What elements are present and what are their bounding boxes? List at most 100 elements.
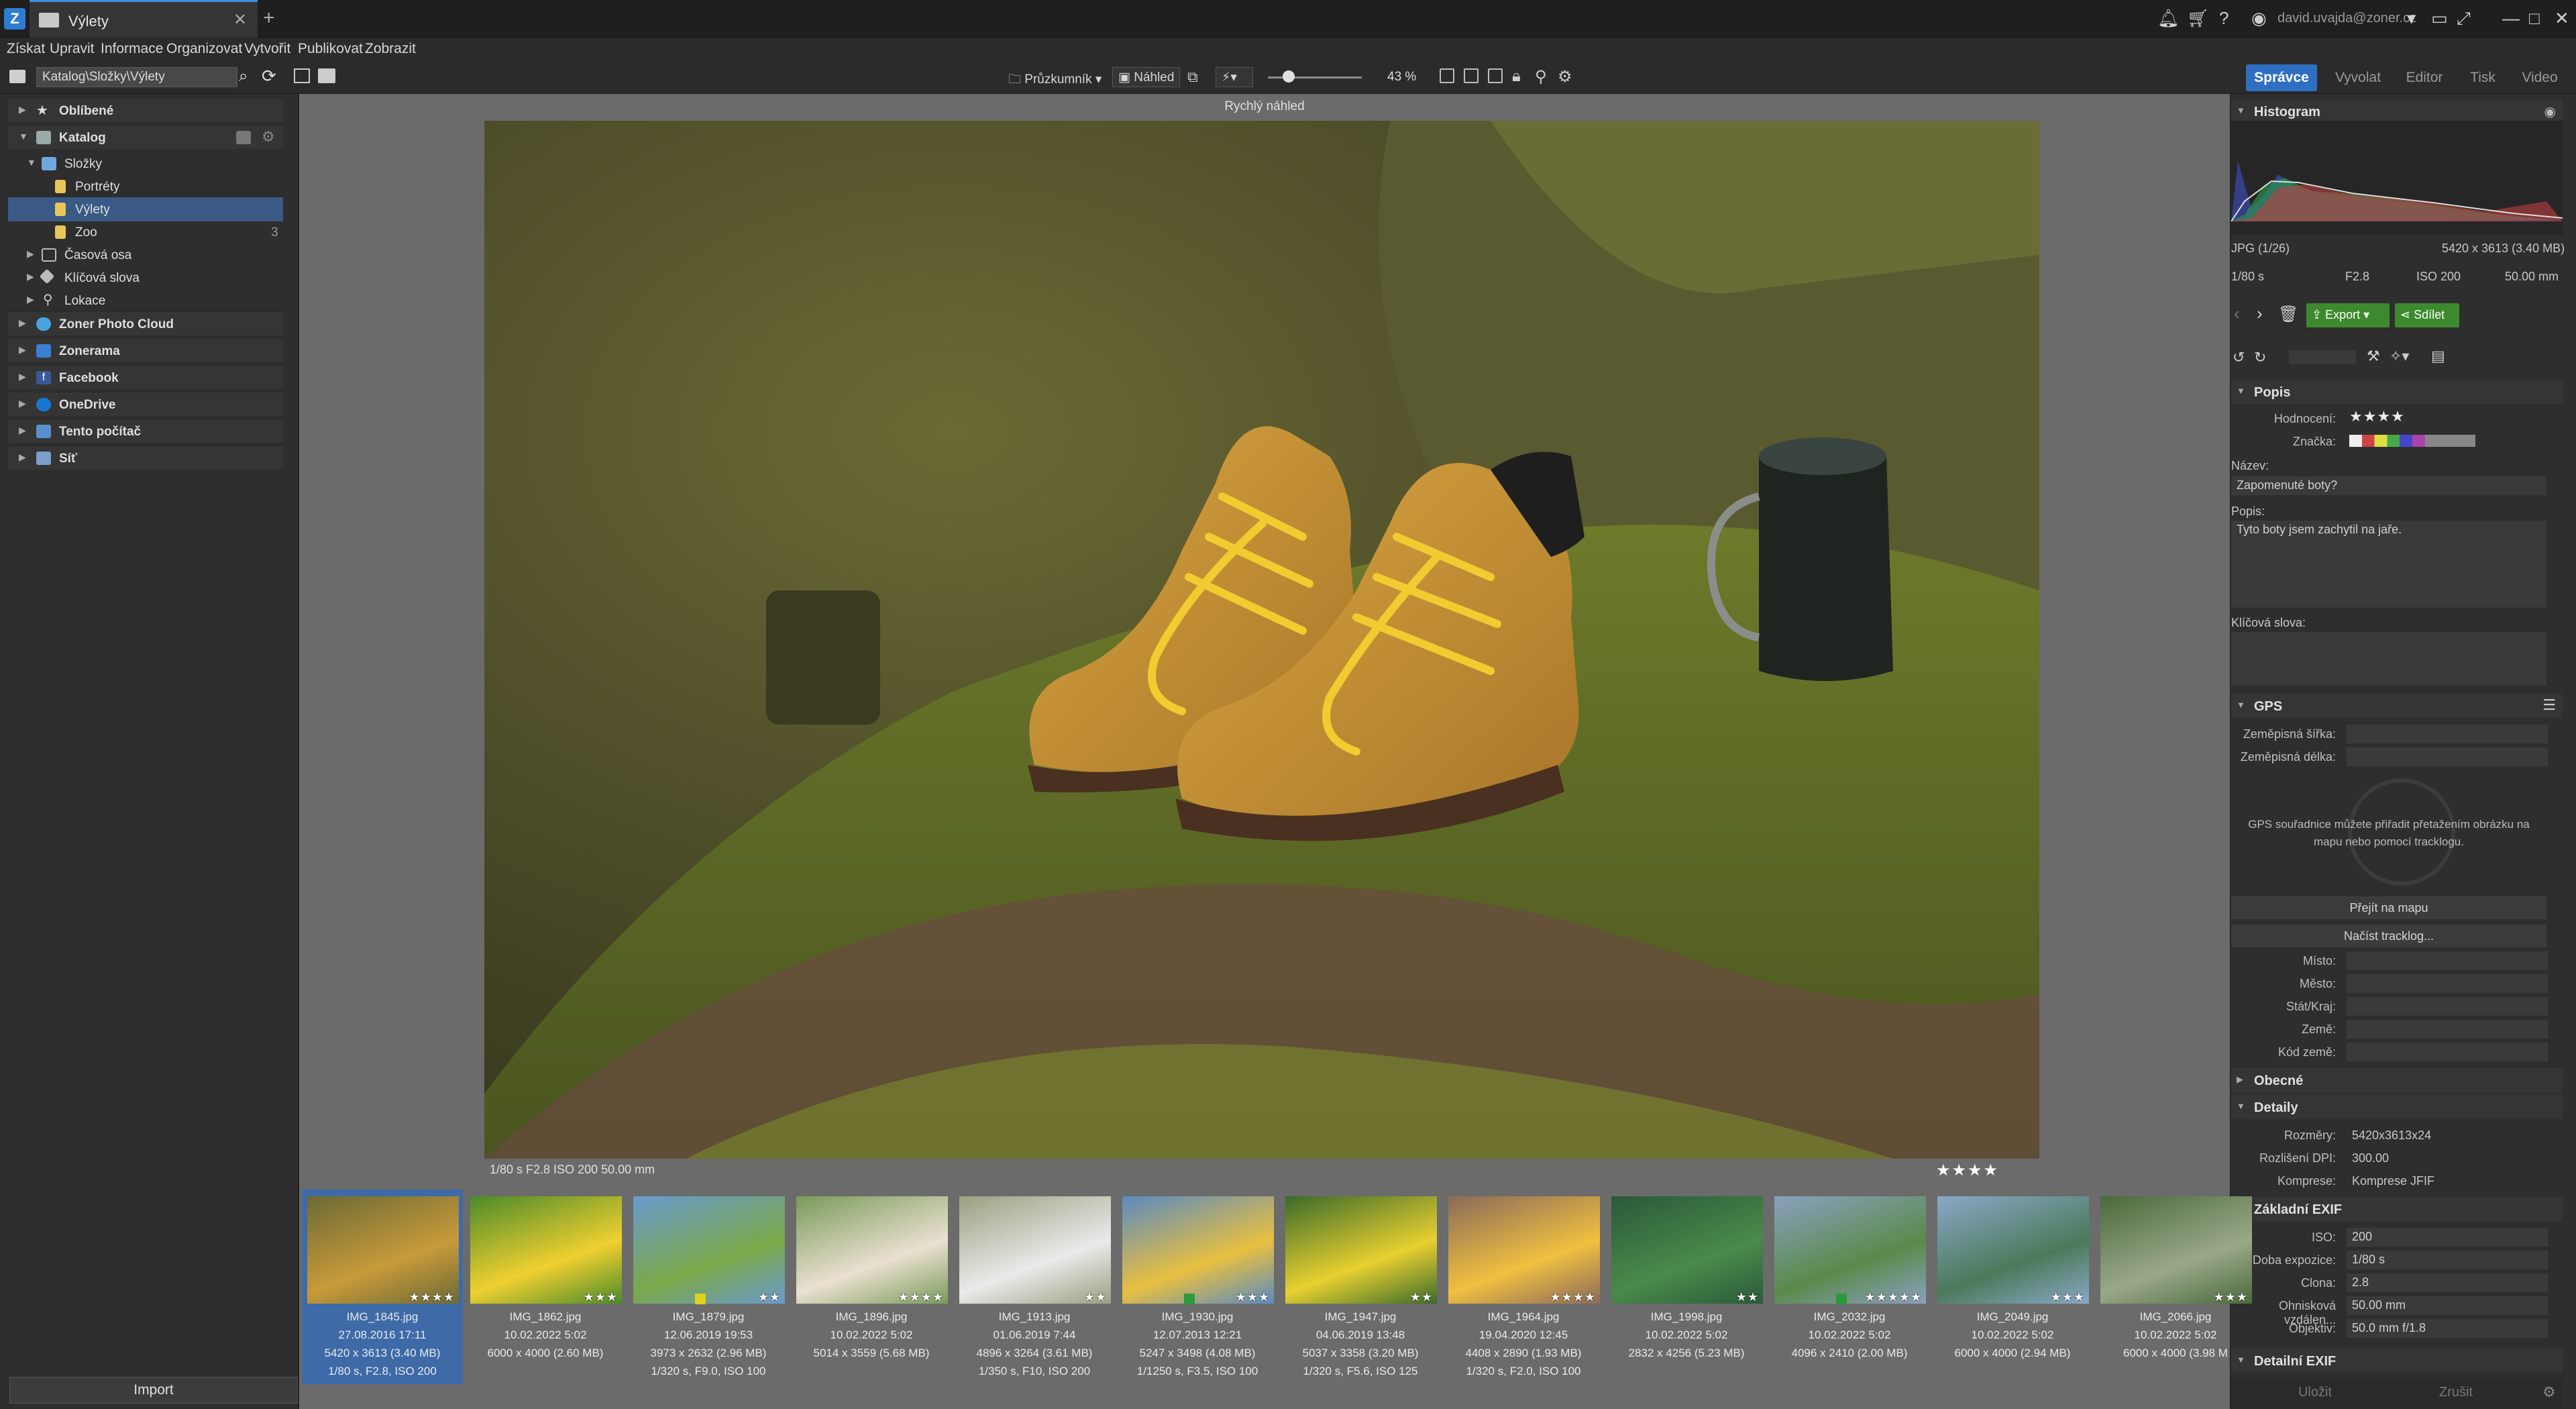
new-folder-icon[interactable] [318, 68, 335, 83]
nav-keywords[interactable]: ▶ Klíčová slova [8, 266, 283, 290]
menu-publikovat[interactable]: Publikovat [298, 41, 363, 57]
browse-folder-icon[interactable] [9, 70, 25, 83]
menu-zobrazit[interactable]: Zobrazit [365, 41, 416, 57]
aperture-value[interactable]: 2.8 [2347, 1273, 2548, 1292]
rotate-right-icon[interactable]: ↻ [2254, 349, 2266, 366]
bell-icon[interactable]: 🔔︎ [2157, 8, 2180, 29]
collapse-icon[interactable]: ▼ [27, 157, 36, 168]
collapse-icon[interactable]: ▼ [2237, 386, 2245, 396]
histogram-options-icon[interactable]: ◉ [2544, 103, 2556, 120]
desc-textarea[interactable]: Tyto boty jsem zachytil na jaře. [2231, 521, 2546, 608]
menu-informace[interactable]: Informace [101, 41, 163, 57]
thumbnail[interactable]: ★★★★ IMG_1845.jpg 27.08.2016 17:11 5420 x 3… [302, 1190, 463, 1384]
fullscreen-icon[interactable]: ⤢ [2457, 8, 2471, 30]
load-tracklog-button[interactable]: Načíst tracklog... [2231, 925, 2546, 947]
place-input[interactable] [2347, 951, 2548, 970]
thumbnail[interactable]: ★★★ IMG_1862.jpg 10.02.2022 5:02 6000 x 400… [465, 1190, 626, 1384]
maximize-icon[interactable]: □ [2529, 8, 2540, 29]
general-header[interactable]: ▶ Obecné [2231, 1068, 2563, 1092]
share-button[interactable]: ⋖ Sdílet [2395, 303, 2459, 327]
fill-icon[interactable] [1464, 68, 1479, 83]
keywords-input[interactable] [2231, 632, 2546, 686]
tab-editor[interactable]: Editor [2396, 64, 2453, 91]
expand-icon[interactable]: ▶ [19, 398, 26, 409]
collapse-icon[interactable]: ▼ [2237, 105, 2245, 115]
path-input[interactable]: Katalog\Složky\Výlety [36, 67, 237, 87]
minimize-icon[interactable]: — [2502, 8, 2520, 29]
cancel-button[interactable]: Zrušit [2419, 1385, 2493, 1400]
lat-input[interactable] [2347, 725, 2548, 743]
expand-icon[interactable]: ▶ [19, 452, 26, 463]
gps-header[interactable]: ▼ GPS ☰ [2231, 694, 2563, 718]
lock-icon[interactable]: 🔒︎ [1512, 67, 1521, 86]
thumbnail[interactable]: ★★ IMG_1947.jpg 04.06.2019 13:48 5037 x 335… [1280, 1190, 1441, 1384]
export-button[interactable]: ⇪ Export ▾ [2306, 303, 2390, 327]
rotate-left-icon[interactable]: ↺ [2233, 349, 2245, 366]
enhance-dropdown[interactable]: ⚡▾ [1216, 67, 1253, 87]
menu-upravit[interactable]: Upravit [50, 41, 95, 57]
menu-organizovat[interactable]: Organizovat [166, 41, 242, 57]
thumbnail[interactable]: ★★★ IMG_1930.jpg 12.07.2013 12:21 5247 x 34… [1117, 1190, 1278, 1384]
refresh-icon[interactable]: ⟳ [262, 66, 276, 87]
gear-icon[interactable]: ⚙ [262, 128, 275, 146]
fit-icon[interactable] [1440, 68, 1454, 83]
histogram-header[interactable]: ▼ Histogram ◉ [2231, 99, 2563, 123]
go-to-map-button[interactable]: Přejít na mapu [2231, 896, 2546, 919]
thumbnail[interactable]: ★★★★★ IMG_2032.jpg 10.02.2022 5:02 4096 x 2… [1769, 1190, 1930, 1384]
nav-locations[interactable]: ▶ ⚲ Lokace [8, 289, 283, 313]
help-icon[interactable]: ? [2219, 8, 2229, 29]
settings-view-icon[interactable]: ⚙ [1558, 67, 1572, 87]
rating-stars[interactable]: ★★★★ [2349, 408, 2405, 425]
trash-icon[interactable]: 🗑︎ [2278, 305, 2298, 324]
nav-facebook[interactable]: ▶ f Facebook [8, 365, 283, 389]
user-icon[interactable]: ◉ [2251, 8, 2267, 29]
exposure-value[interactable]: 1/80 s [2347, 1251, 2548, 1269]
state-input[interactable] [2347, 997, 2548, 1016]
prev-icon[interactable]: ‹ [2234, 303, 2240, 324]
menu-ziskat[interactable]: Získat [7, 41, 45, 57]
user-email[interactable]: david.uvajda@zoner.cz [2277, 11, 2416, 26]
close-window-icon[interactable]: ✕ [2555, 8, 2569, 29]
menu-vytvorit[interactable]: Vytvořit [244, 41, 290, 57]
nav-folder-vylety[interactable]: Výlety [8, 197, 283, 221]
preview-rating[interactable]: ★★★★ [1936, 1161, 1999, 1180]
magnifier-icon[interactable]: ⚲ [1535, 67, 1547, 87]
description-header[interactable]: ▼ Popis [2231, 380, 2563, 404]
save-button[interactable]: Uložit [2278, 1385, 2352, 1400]
next-icon[interactable]: › [2257, 303, 2263, 324]
window-tab[interactable]: Výlety ✕ [30, 0, 258, 38]
lon-input[interactable] [2347, 747, 2548, 766]
focus-dist-value[interactable]: 50.00 mm [2347, 1296, 2548, 1315]
nahled-button[interactable]: ▣ Náhled [1112, 67, 1181, 87]
monitor-icon[interactable]: ▭ [2431, 8, 2448, 29]
expand-icon[interactable]: ▶ [19, 371, 26, 382]
menu-icon[interactable]: ☰ [2542, 696, 2556, 714]
nav-folders[interactable]: ▼ Složky [8, 152, 283, 176]
expand-icon[interactable]: ▶ [27, 248, 34, 260]
collapse-icon[interactable]: ▼ [2237, 1101, 2245, 1111]
expand-icon[interactable]: ▶ [19, 104, 26, 115]
detail-exif-header[interactable]: ▼ Detailní EXIF [2231, 1349, 2563, 1373]
country-input[interactable] [2347, 1020, 2548, 1039]
wand-icon[interactable]: ✧▾ [2390, 348, 2409, 365]
zoom-slider-handle[interactable] [1283, 70, 1295, 83]
nav-onedrive[interactable]: ▶ OneDrive [8, 392, 283, 416]
country-code-input[interactable] [2347, 1043, 2548, 1061]
nav-this-pc[interactable]: ▶ Tento počítač [8, 419, 283, 443]
tab-tisk[interactable]: Tisk [2459, 64, 2506, 91]
gear-icon[interactable]: ⚙ [2542, 1384, 2556, 1401]
chevron-down-icon[interactable]: ▾ [2407, 8, 2416, 29]
nav-zonerama[interactable]: ▶ Zonerama [8, 338, 283, 362]
iso-value[interactable]: 200 [2347, 1228, 2548, 1247]
thumbnail[interactable]: ★★★★ IMG_1896.jpg 10.02.2022 5:02 5014 x 35… [791, 1190, 952, 1384]
tools-icon[interactable]: ⚒ [2367, 348, 2380, 365]
thumbnail[interactable]: ★★ IMG_1879.jpg 12.06.2019 19:53 3973 x 263… [628, 1190, 789, 1384]
expand-icon[interactable]: ▶ [19, 344, 26, 356]
city-input[interactable] [2347, 974, 2548, 993]
thumbnail[interactable]: ★★★ IMG_2049.jpg 10.02.2022 5:02 6000 x 400… [1932, 1190, 2093, 1384]
tab-vyvolat[interactable]: Vyvolat [2328, 64, 2388, 91]
nav-favorites[interactable]: ▶ ★ Oblíbené [8, 98, 283, 122]
add-folder-icon[interactable] [236, 131, 251, 144]
nav-network[interactable]: ▶ Síť [8, 446, 283, 470]
nav-timeline[interactable]: ▶ Časová osa [8, 243, 283, 267]
